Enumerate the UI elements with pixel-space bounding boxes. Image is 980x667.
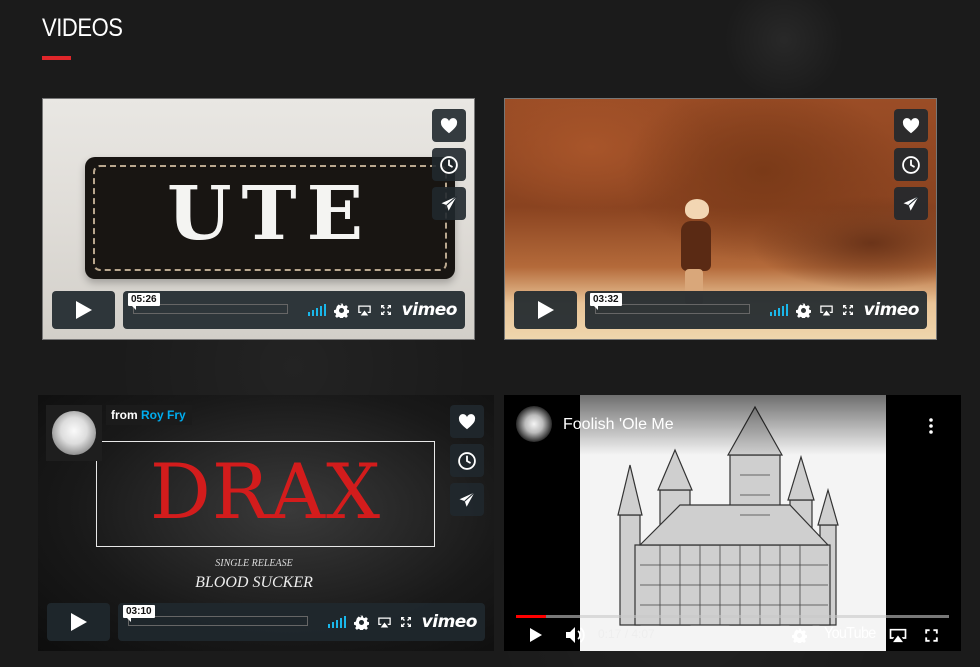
yt-progress-bar[interactable] [516, 615, 949, 618]
volume-icon[interactable] [769, 304, 788, 316]
yt-time: 0:17 / 4:07 [598, 627, 655, 641]
vimeo-logo[interactable]: vimeo [864, 300, 920, 320]
title-art: DRAX [149, 447, 382, 536]
fullscreen-icon[interactable] [842, 304, 854, 316]
video-card-drax[interactable]: DRAX SINGLE RELEASE BLOOD SUCKER from Ro… [38, 395, 494, 651]
paper-plane-icon [903, 195, 919, 211]
control-bar: 03:32 vimeo [585, 291, 927, 329]
gear-icon[interactable] [795, 303, 811, 318]
yt-progress-played [516, 615, 546, 618]
heart-icon [458, 413, 476, 429]
play-button[interactable] [52, 291, 115, 329]
play-button[interactable] [514, 291, 577, 329]
release-label: SINGLE RELEASE [215, 558, 293, 569]
paper-plane-icon [459, 491, 475, 507]
paper-plane-icon [441, 195, 457, 211]
play-button[interactable] [47, 603, 110, 641]
volume-icon[interactable] [307, 304, 326, 316]
like-button[interactable] [450, 405, 484, 438]
byline: from Roy Fry [106, 405, 192, 425]
youtube-logo[interactable]: YouTube [824, 625, 876, 643]
player-controls: 03:32 vimeo [514, 291, 927, 329]
volume-icon[interactable] [566, 626, 586, 644]
time-tooltip: 03:32 [590, 293, 622, 310]
share-button[interactable] [450, 483, 484, 516]
vimeo-logo[interactable]: vimeo [422, 612, 478, 632]
watch-later-button[interactable] [450, 444, 484, 477]
title-underline [42, 56, 71, 60]
author-avatar[interactable] [46, 405, 102, 461]
video-card-ute[interactable]: UTE 05:26 vimeo [42, 98, 475, 340]
vimeo-logo[interactable]: vimeo [402, 300, 458, 320]
airplay-icon[interactable] [819, 304, 834, 317]
progress-track[interactable]: 03:10 [123, 605, 308, 626]
clock-icon [440, 155, 458, 174]
airplay-icon[interactable] [357, 304, 372, 317]
airplay-icon[interactable] [377, 616, 392, 629]
fullscreen-icon[interactable] [400, 616, 412, 628]
like-button[interactable] [894, 109, 928, 142]
play-icon [70, 613, 87, 631]
play-icon [537, 301, 554, 319]
section-title: VIDEOS [42, 14, 123, 42]
video-card-forest[interactable]: 03:32 vimeo [504, 98, 937, 340]
clock-icon [458, 451, 476, 470]
volume-icon[interactable] [327, 616, 346, 628]
heart-icon [440, 117, 458, 133]
byline-from: from [111, 408, 138, 422]
thumbnail-patch: UTE [85, 157, 455, 279]
yt-controls: 0:17 / 4:07 YouTube [504, 619, 961, 651]
share-button[interactable] [894, 187, 928, 220]
fullscreen-icon[interactable] [924, 628, 939, 643]
gear-icon[interactable] [333, 303, 349, 318]
control-bar: 05:26 vimeo [123, 291, 465, 329]
clock-icon [902, 155, 920, 174]
watch-later-button[interactable] [894, 148, 928, 181]
share-button[interactable] [432, 187, 466, 220]
gear-icon[interactable] [792, 628, 807, 643]
release-title: BLOOD SUCKER [195, 574, 313, 591]
watch-later-button[interactable] [432, 148, 466, 181]
author-link[interactable]: Roy Fry [141, 408, 186, 422]
heart-icon [902, 117, 920, 133]
like-button[interactable] [432, 109, 466, 142]
gear-icon[interactable] [353, 615, 369, 630]
video-title[interactable]: Foolish 'Ole Me [563, 416, 674, 434]
time-tooltip: 03:10 [123, 605, 155, 622]
progress-track[interactable]: 03:32 [590, 293, 750, 314]
more-vertical-icon[interactable] [929, 418, 933, 434]
progress-track[interactable]: 05:26 [128, 293, 288, 314]
play-icon[interactable] [530, 628, 542, 642]
player-controls: 05:26 vimeo [52, 291, 465, 329]
thumbnail-text: UTE [166, 171, 373, 257]
channel-avatar[interactable] [516, 406, 552, 442]
fullscreen-icon[interactable] [380, 304, 392, 316]
airplay-icon[interactable] [888, 627, 908, 644]
video-card-youtube[interactable]: Foolish 'Ole Me 0:17 / 4:07 YouTube [504, 395, 961, 651]
time-tooltip: 05:26 [128, 293, 160, 310]
control-bar: 03:10 vimeo [118, 603, 485, 641]
player-controls: 03:10 vimeo [47, 603, 485, 641]
play-icon [75, 301, 92, 319]
